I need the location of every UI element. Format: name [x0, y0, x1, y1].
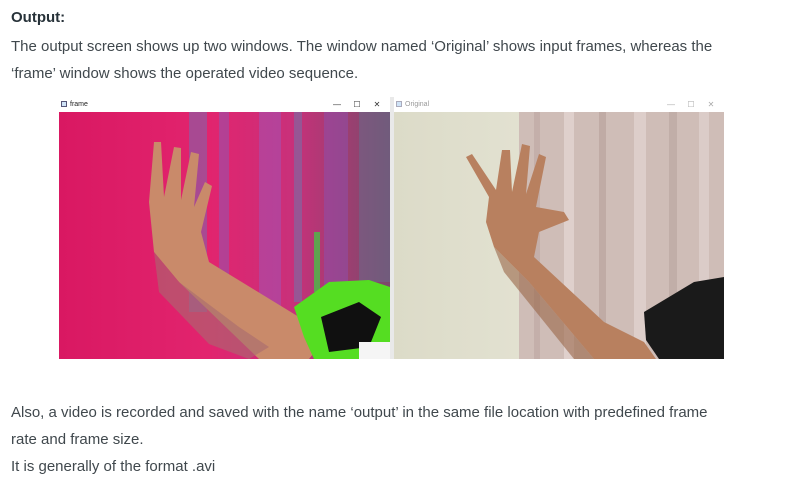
intro-line-2: ‘frame’ window shows the operated video …: [11, 65, 359, 82]
intro-line-1: The output screen shows up two windows. …: [11, 38, 713, 55]
frame-window: frame — ☐ ✕: [59, 97, 390, 359]
intro-paragraph: The output screen shows up two windows. …: [11, 33, 712, 87]
original-frame-image: [394, 112, 724, 359]
minimize-button[interactable]: —: [330, 97, 344, 112]
original-window: Original — ☐ ✕: [394, 97, 724, 359]
original-window-titlebar: Original — ☐ ✕: [394, 97, 724, 112]
frame-window-titlebar: frame — ☐ ✕: [59, 97, 390, 112]
output-screenshot: frame — ☐ ✕ Original — ☐ ✕: [59, 97, 724, 359]
original-window-title: Original: [405, 101, 430, 108]
maximize-button[interactable]: ☐: [350, 97, 364, 112]
maximize-button[interactable]: ☐: [684, 97, 698, 112]
minimize-button[interactable]: —: [664, 97, 678, 112]
close-button[interactable]: ✕: [370, 97, 384, 112]
format-note: It is generally of the format .avi: [11, 458, 216, 475]
after-paragraph: Also, a video is recorded and saved with…: [11, 399, 708, 453]
after-line-1: Also, a video is recorded and saved with…: [11, 404, 708, 421]
app-window-icon: [396, 101, 402, 107]
after-line-2: rate and frame size.: [11, 431, 144, 448]
close-button[interactable]: ✕: [704, 97, 718, 112]
frame-window-title: frame: [70, 101, 88, 108]
app-window-icon: [61, 101, 67, 107]
frame-video-canvas: [59, 112, 390, 359]
processed-frame-image: [59, 112, 390, 359]
original-video-canvas: [394, 112, 724, 359]
section-heading: Output:: [11, 9, 66, 26]
